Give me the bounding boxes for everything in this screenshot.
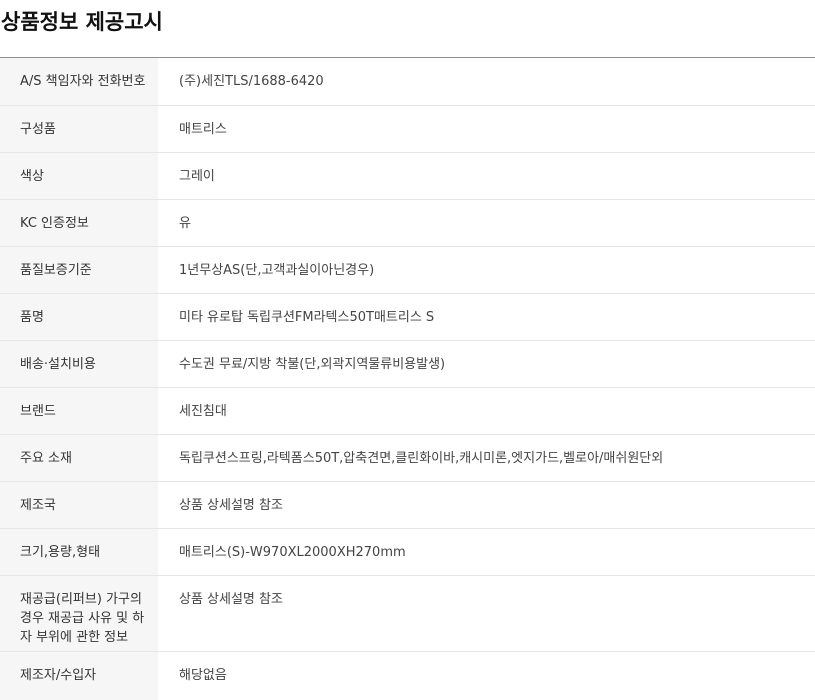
row-value: 그레이 — [179, 169, 215, 184]
table-row: KC 인증정보 유 — [0, 200, 815, 247]
row-value: 매트리스(S)-W970XL2000XH270mm — [179, 545, 406, 560]
row-value: 상품 상세설명 참조 — [179, 498, 283, 513]
table-row: 구성품 매트리스 — [0, 106, 815, 153]
page-title: 상품정보 제공고시 — [0, 0, 815, 58]
row-label: 크기,용량,형태 — [0, 529, 158, 575]
table-row: 제조국 상품 상세설명 참조 — [0, 482, 815, 529]
row-label: 주요 소재 — [0, 435, 158, 481]
row-label: 제조자/수입자 — [0, 652, 158, 700]
row-value: 독립쿠션스프링,라텍폼스50T,압축견면,클린화이바,캐시미론,엣지가드,벨로아… — [179, 451, 664, 466]
row-value: 수도권 무료/지방 착불(단,외곽지역물류비용발생) — [179, 357, 446, 372]
row-label: 재공급(리퍼브) 가구의 경우 재공급 사유 및 하자 부위에 관한 정보 — [0, 576, 158, 651]
row-value: 해당없음 — [179, 668, 227, 683]
table-row: 크기,용량,형태 매트리스(S)-W970XL2000XH270mm — [0, 529, 815, 576]
row-label: 색상 — [0, 153, 158, 199]
row-label: 제조국 — [0, 482, 158, 528]
row-value: 유 — [179, 216, 191, 231]
row-label: 품명 — [0, 294, 158, 340]
row-value: 미타 유로탑 독립쿠션FM라텍스50T매트리스 S — [179, 310, 435, 325]
row-value: 매트리스 — [179, 122, 227, 137]
table-row: 재공급(리퍼브) 가구의 경우 재공급 사유 및 하자 부위에 관한 정보 상품… — [0, 576, 815, 652]
table-row: 배송·설치비용 수도권 무료/지방 착불(단,외곽지역물류비용발생) — [0, 341, 815, 388]
table-row: 품명 미타 유로탑 독립쿠션FM라텍스50T매트리스 S — [0, 294, 815, 341]
row-value: (주)세진TLS/1688-6420 — [179, 74, 324, 89]
row-label: 배송·설치비용 — [0, 341, 158, 387]
row-value: 상품 상세설명 참조 — [179, 592, 283, 607]
row-label: 브랜드 — [0, 388, 158, 434]
table-row: 품질보증기준 1년무상AS(단,고객과실이아닌경우) — [0, 247, 815, 294]
row-value: 1년무상AS(단,고객과실이아닌경우) — [179, 263, 375, 278]
row-value: 세진침대 — [179, 404, 227, 419]
row-label: 품질보증기준 — [0, 247, 158, 293]
product-info-table: A/S 책임자와 전화번호 (주)세진TLS/1688-6420 구성품 매트리… — [0, 58, 815, 700]
table-row: 주요 소재 독립쿠션스프링,라텍폼스50T,압축견면,클린화이바,캐시미론,엣지… — [0, 435, 815, 482]
row-label: 구성품 — [0, 106, 158, 152]
table-row: A/S 책임자와 전화번호 (주)세진TLS/1688-6420 — [0, 58, 815, 106]
table-row: 제조자/수입자 해당없음 — [0, 652, 815, 700]
table-row: 색상 그레이 — [0, 153, 815, 200]
row-label: A/S 책임자와 전화번호 — [0, 58, 158, 105]
row-label: KC 인증정보 — [0, 200, 158, 246]
table-row: 브랜드 세진침대 — [0, 388, 815, 435]
